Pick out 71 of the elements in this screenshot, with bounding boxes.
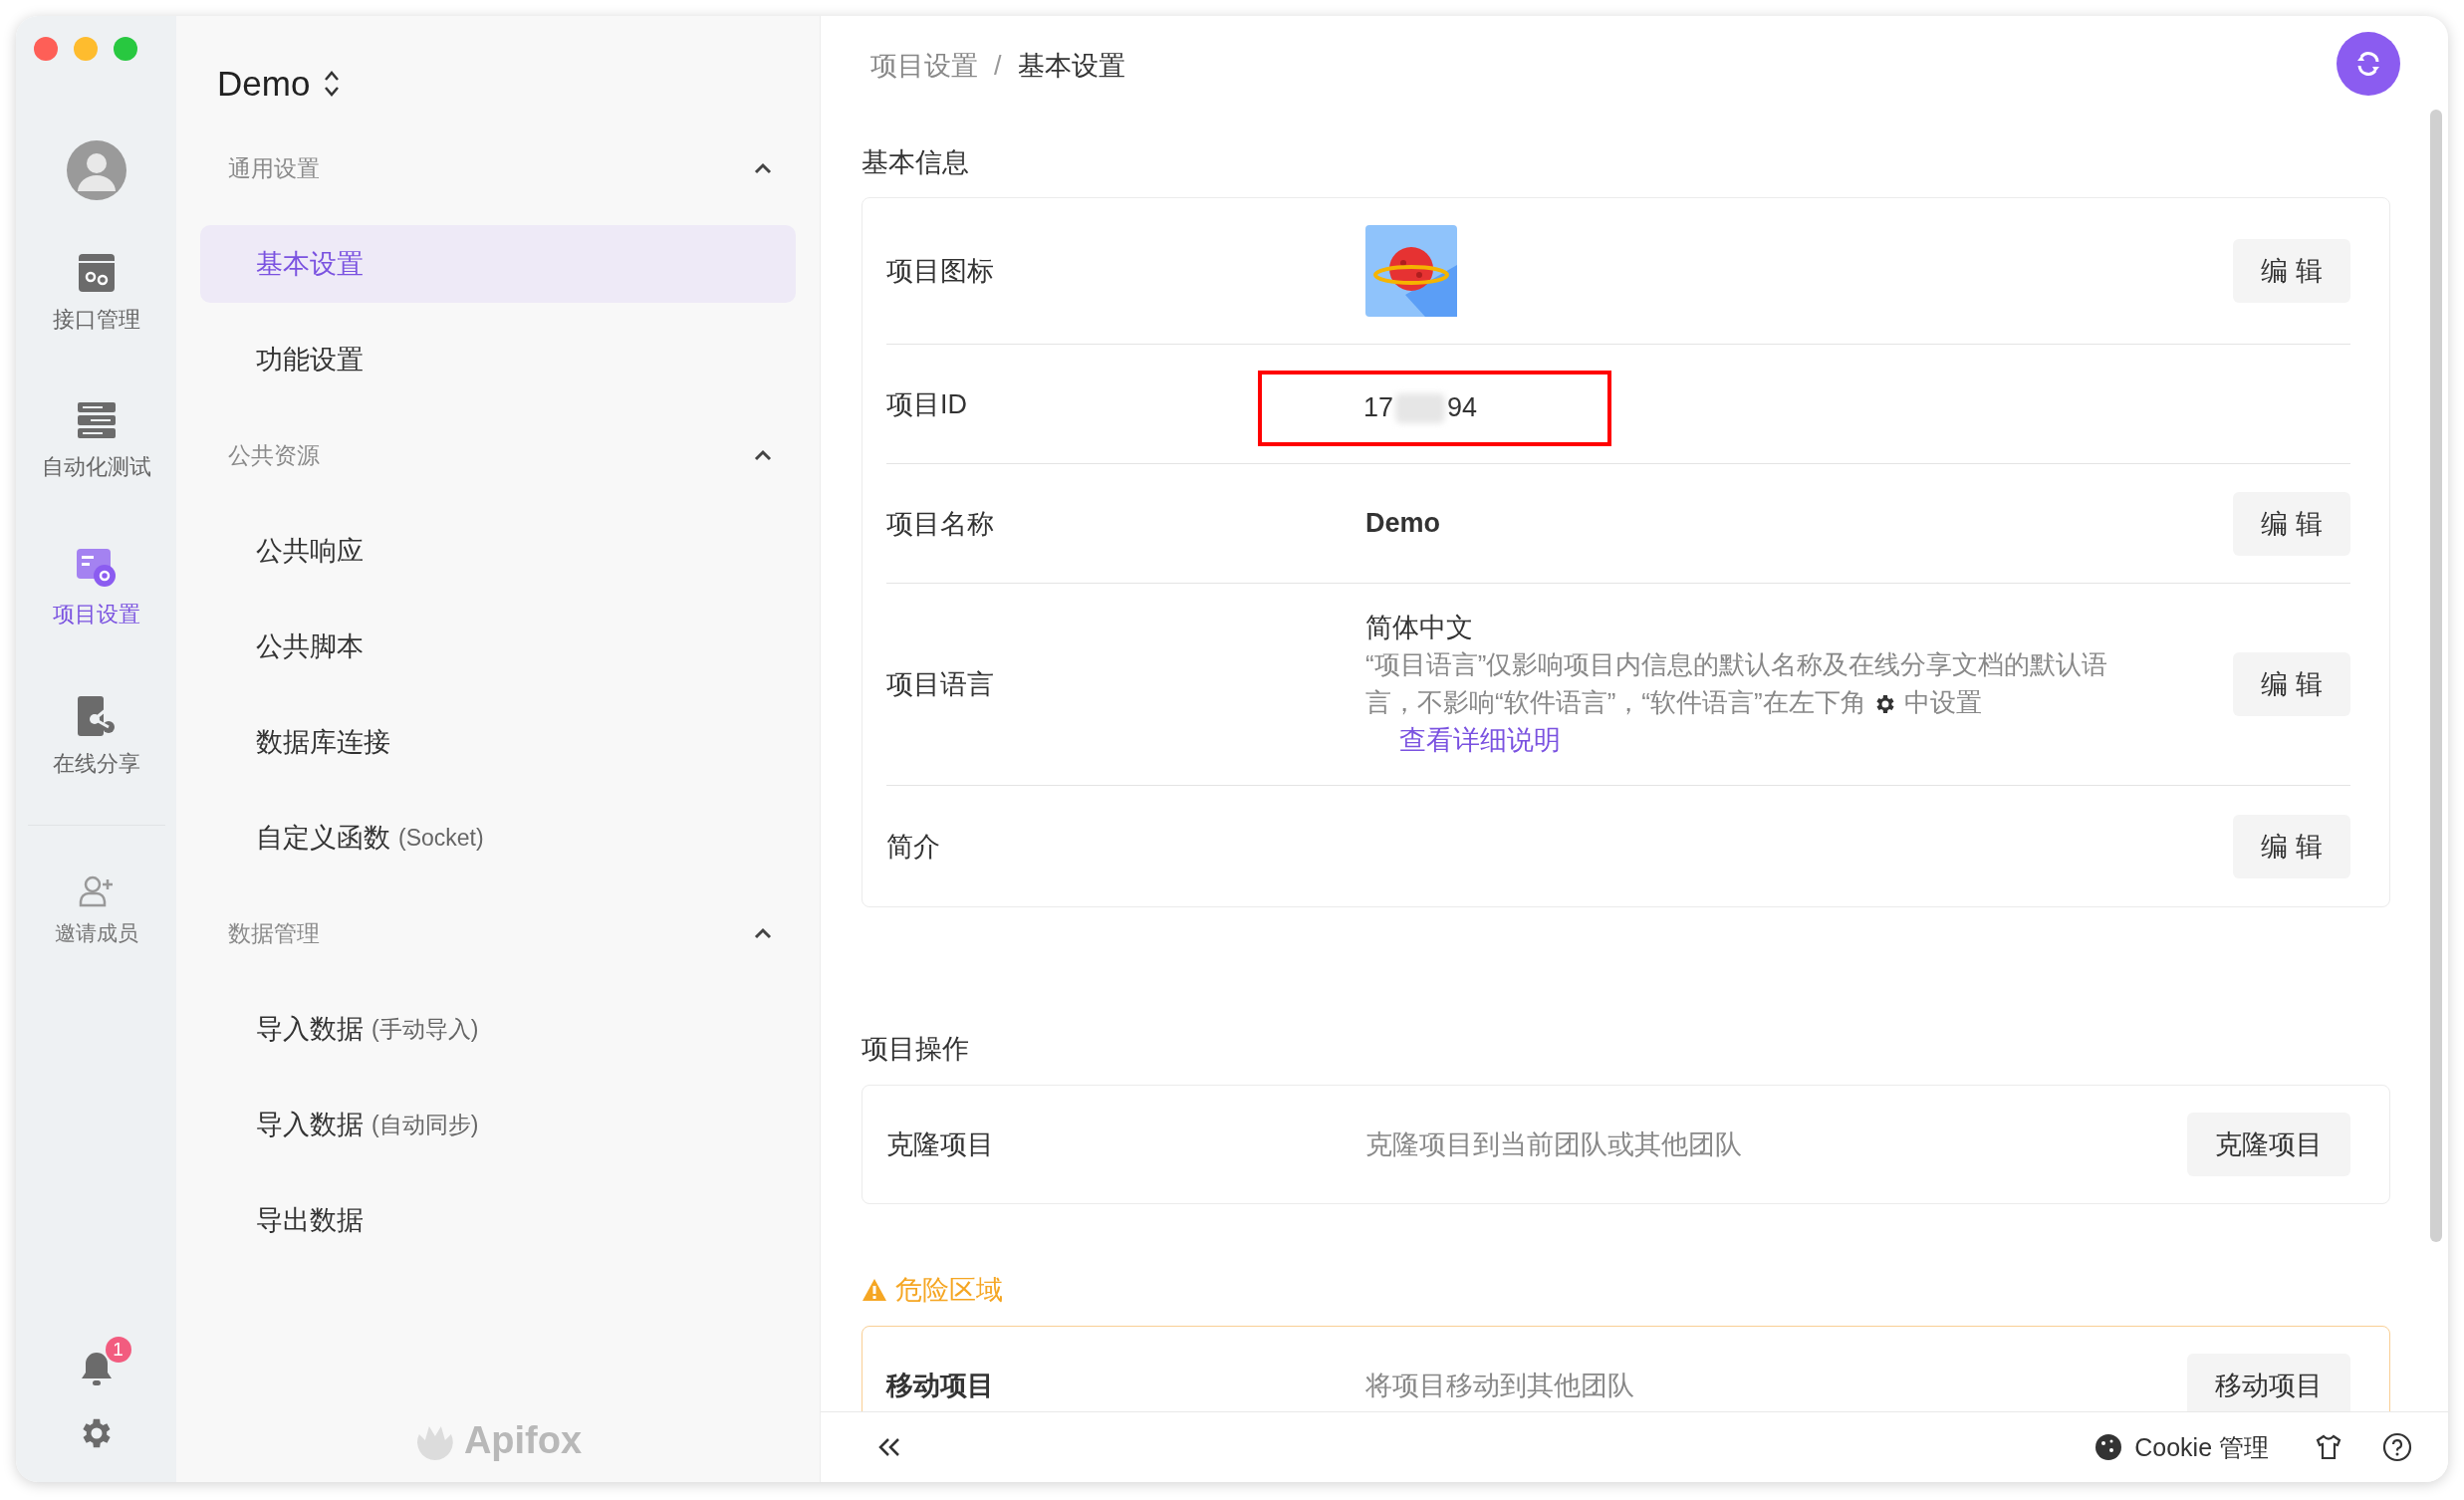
rail-item[interactable]: 接口管理 xyxy=(52,253,140,335)
field-label: 项目名称 xyxy=(886,507,995,541)
sidebar-item[interactable]: 公共脚本 xyxy=(200,608,796,685)
field-label: 项目图标 xyxy=(886,255,995,288)
project-title: Demo xyxy=(217,64,311,104)
sidebar-item[interactable]: 数据库连接 xyxy=(200,703,796,781)
blurred-digits xyxy=(1395,392,1446,423)
bell-icon[interactable] xyxy=(79,1351,114,1386)
help-icon[interactable] xyxy=(2382,1432,2412,1462)
action-button[interactable]: 移动项目 xyxy=(2187,1354,2350,1411)
chevron-icon[interactable] xyxy=(754,162,772,174)
rail-item[interactable]: 项目设置 xyxy=(52,548,140,629)
sidebar-item[interactable]: 导出数据 xyxy=(200,1181,796,1259)
rail-label: 自动化测试 xyxy=(41,453,151,481)
action-button[interactable]: 克隆项目 xyxy=(2187,1113,2350,1176)
rail-item-icon xyxy=(75,548,118,588)
id-text-end: 94 xyxy=(1447,392,1478,423)
field-label: 简介 xyxy=(886,830,941,864)
breadcrumb-separator: / xyxy=(994,50,1002,82)
section-title: 基本信息 xyxy=(862,146,970,179)
warning-icon xyxy=(862,1278,887,1302)
collapse-icon[interactable] xyxy=(876,1436,902,1458)
app-logo-text: Apifox xyxy=(463,1419,583,1462)
rail-item[interactable]: 自动化测试 xyxy=(41,400,151,482)
field-label: 项目语言 xyxy=(886,668,995,701)
rail-item[interactable]: 在线分享 xyxy=(52,695,140,779)
section-title: 项目操作 xyxy=(862,1033,970,1066)
action-label: 移动项目 xyxy=(886,1370,995,1402)
rail-item-icon xyxy=(77,253,116,293)
sidebar-item[interactable]: 功能设置 xyxy=(200,321,796,398)
action-description: 克隆项目到当前团队或其他团队 xyxy=(1365,1128,1742,1161)
rail-item-icon xyxy=(76,695,117,737)
sidebar-item[interactable]: 基本设置 xyxy=(200,225,796,303)
switch-icon[interactable] xyxy=(324,70,341,98)
notification-badge: 1 xyxy=(105,1337,131,1363)
invite-item[interactable]: 邀请成员 xyxy=(54,875,138,947)
edit-button[interactable]: 编 辑 xyxy=(2233,652,2350,716)
shirt-icon[interactable] xyxy=(2315,1433,2342,1461)
group-title: 公共资源 xyxy=(228,440,320,470)
cookie-button[interactable]: Cookie 管理 xyxy=(2089,1429,2275,1465)
breadcrumb-item: 基本设置 xyxy=(1017,50,1125,83)
chevron-icon[interactable] xyxy=(754,449,772,461)
action-description: 将项目移动到其他团队 xyxy=(1365,1370,1634,1402)
chevron-icon[interactable] xyxy=(754,927,772,939)
rail-label: 项目设置 xyxy=(52,601,140,628)
edit-button[interactable]: 编 辑 xyxy=(2233,491,2350,556)
rail-item-icon xyxy=(76,400,117,440)
sidebar-item[interactable]: 导入数据 (自动同步) xyxy=(200,1086,796,1163)
sidebar-item[interactable]: 导入数据 (手动导入) xyxy=(200,990,796,1068)
danger-zone-title: 危险区域 xyxy=(895,1274,1003,1307)
id-text-start: 17 xyxy=(1363,392,1394,423)
language-value: 简体中文 xyxy=(1365,612,1473,644)
cookie-icon xyxy=(2094,1433,2123,1461)
project-name: Demo xyxy=(1365,508,1440,539)
breadcrumb-item[interactable]: 项目设置 xyxy=(870,48,978,84)
rail-label: 在线分享 xyxy=(52,750,140,778)
action-label: 克隆项目 xyxy=(886,1128,995,1161)
field-label: 项目ID xyxy=(886,387,968,421)
scrollbar[interactable] xyxy=(2430,110,2442,1242)
details-link[interactable]: 查看详细说明 xyxy=(1399,721,1561,759)
rail-label: 邀请成员 xyxy=(54,920,138,946)
edit-button[interactable]: 编 辑 xyxy=(2233,814,2350,878)
planet-icon xyxy=(1365,225,1457,317)
language-note: “项目语言”仅影响项目内信息的默认名称及在线分享文档的默认语言，不影响“软件语言”，“软件语言”在左下角 中设置 xyxy=(1365,648,2109,719)
edit-button[interactable]: 编 辑 xyxy=(2233,239,2350,303)
sidebar-item[interactable]: 自定义函数 (Socket) xyxy=(200,799,796,876)
sidebar-item[interactable]: 公共响应 xyxy=(200,512,796,590)
rail-label: 接口管理 xyxy=(52,306,140,334)
group-title: 通用设置 xyxy=(228,153,320,183)
group-title: 数据管理 xyxy=(228,918,320,948)
add-user-icon xyxy=(78,875,115,907)
